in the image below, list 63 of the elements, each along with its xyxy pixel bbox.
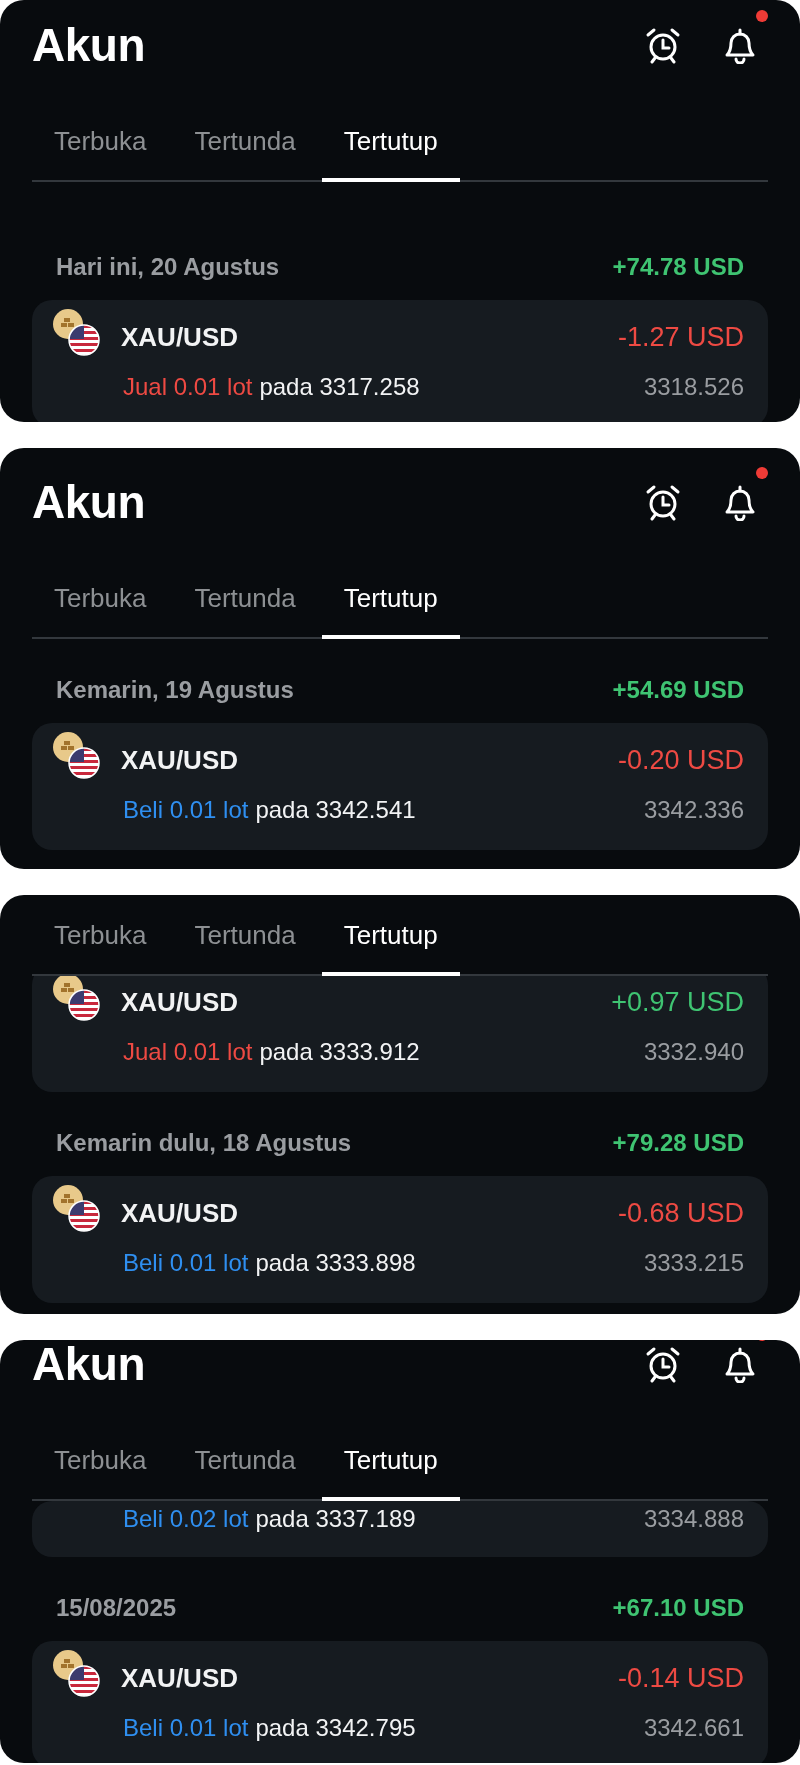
trade-card[interactable]: XAU/USD -0.68 USD Beli 0.01 lot pada 3333.898 3333.215 <box>32 1176 768 1303</box>
coin-and-flag-icon <box>52 308 100 356</box>
coin-and-flag-icon <box>52 1649 100 1697</box>
tab[interactable]: Tertutup <box>321 547 460 639</box>
order-side: Beli 0.01 lot <box>123 796 249 824</box>
profit-amount: -0.68 USD <box>617 1197 744 1229</box>
page-title: Akun <box>32 18 145 72</box>
order-side: Jual 0.01 lot <box>123 373 253 401</box>
coin-and-flag-icon <box>52 976 100 1021</box>
daily-total: +79.28 USD <box>612 1129 744 1157</box>
tab[interactable]: Tertunda <box>172 547 318 639</box>
page-title: Akun <box>32 1340 145 1391</box>
date-heading: Kemarin dulu, 18 Agustus <box>56 1129 352 1157</box>
order-side: Beli 0.01 lot <box>123 1714 249 1742</box>
open-price: pada 3342.541 <box>255 796 417 824</box>
open-price: pada 3333.898 <box>255 1249 417 1277</box>
coin-and-flag-icon <box>52 1184 100 1232</box>
trade-card[interactable]: XAU/USD +0.97 USD Jual 0.01 lot pada 3333.912 3332.940 <box>32 976 768 1092</box>
alarm-clock-icon[interactable] <box>644 483 682 521</box>
close-price: 3342.661 <box>643 1714 744 1742</box>
tab[interactable]: Terbuka <box>32 895 169 976</box>
coin-and-flag-icon <box>52 731 100 779</box>
pair-name: XAU/USD <box>121 1197 239 1229</box>
trade-card[interactable]: Beli 0.02 lot pada 3337.189 3334.888 <box>32 1501 768 1557</box>
tab[interactable]: Terbuka <box>32 1409 169 1501</box>
daily-total: +67.10 USD <box>612 1594 744 1622</box>
pair-name: XAU/USD <box>121 1662 239 1694</box>
tab[interactable]: Terbuka <box>32 90 169 182</box>
open-price: pada 3342.795 <box>255 1714 417 1742</box>
order-side: Jual 0.01 lot <box>123 1038 253 1066</box>
profit-amount: -0.14 USD <box>617 1662 744 1694</box>
tab[interactable]: Tertunda <box>172 90 318 182</box>
close-price: 3342.336 <box>643 796 744 824</box>
alarm-clock-icon[interactable] <box>644 1345 682 1383</box>
order-side: Beli 0.01 lot <box>123 1249 249 1277</box>
date-heading: Kemarin, 19 Agustus <box>56 676 294 704</box>
tab[interactable]: Tertunda <box>172 895 318 976</box>
open-price: pada 3317.258 <box>259 373 421 401</box>
open-price: pada 3333.912 <box>259 1038 421 1066</box>
trade-card[interactable]: XAU/USD -0.14 USD Beli 0.01 lot pada 3342.795 3342.661 <box>32 1641 768 1763</box>
alarm-clock-icon[interactable] <box>644 26 682 64</box>
daily-total: +74.78 USD <box>612 253 744 281</box>
page-title: Akun <box>32 475 145 529</box>
open-price: pada 3337.189 <box>255 1505 417 1533</box>
trade-card[interactable]: XAU/USD -0.20 USD Beli 0.01 lot pada 3342.541 3342.336 <box>32 723 768 850</box>
close-price: 3332.940 <box>643 1038 744 1066</box>
order-side: Beli 0.02 lot <box>123 1505 249 1533</box>
tab[interactable]: Tertutup <box>321 90 460 182</box>
date-heading: Hari ini, 20 Agustus <box>56 253 280 281</box>
close-price: 3334.888 <box>643 1505 744 1533</box>
profit-amount: +0.97 USD <box>611 986 744 1018</box>
close-price: 3318.526 <box>643 373 744 401</box>
pair-name: XAU/USD <box>121 986 239 1018</box>
profit-amount: -0.20 USD <box>617 744 744 776</box>
close-price: 3333.215 <box>643 1249 744 1277</box>
pair-name: XAU/USD <box>121 321 239 353</box>
pair-name: XAU/USD <box>121 744 239 776</box>
daily-total: +54.69 USD <box>612 676 744 704</box>
trade-card[interactable]: XAU/USD -1.27 USD Jual 0.01 lot pada 3317.258 3318.526 <box>32 300 768 422</box>
profit-amount: -1.27 USD <box>617 321 744 353</box>
tab[interactable]: Tertunda <box>172 1409 318 1501</box>
date-heading: 15/08/2025 <box>56 1594 177 1622</box>
tab[interactable]: Terbuka <box>32 547 169 639</box>
